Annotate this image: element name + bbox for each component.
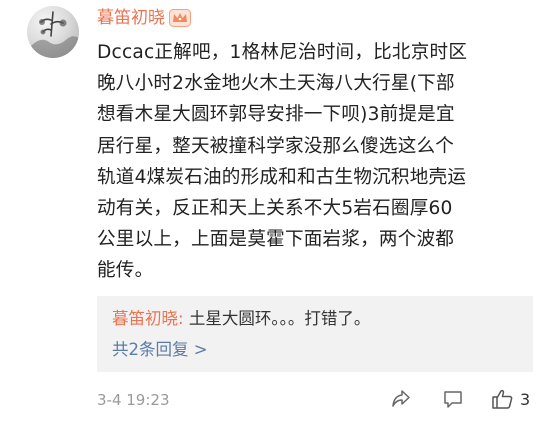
comment-author-name[interactable]: 暮笛初晓	[97, 8, 165, 28]
comment-line: 能传。	[97, 260, 154, 282]
reply-box: 暮笛初晓: 土星大圆环。。。打错了。 共2条回复 >	[97, 296, 533, 372]
comment-line: 动有关，反正和天上关系不大5岩石圈厚60	[97, 198, 453, 220]
view-more-replies-link[interactable]: 共2条回复 >	[112, 339, 208, 361]
comment-author[interactable]: 暮笛初晓	[97, 6, 191, 30]
comment-line: 公里以上，上面是莫霍下面岩浆，两个波都	[97, 229, 455, 251]
reply-item[interactable]: 暮笛初晓: 土星大圆环。。。打错了。	[112, 308, 370, 330]
like-count: 3	[520, 390, 531, 409]
ink-painting-avatar-icon	[27, 11, 79, 58]
comment-line: 居行星，整天被撞科学家没那么傻选这么个	[97, 135, 455, 157]
comment-timestamp: 3-4 19:23	[97, 391, 170, 409]
comment-button[interactable]	[442, 388, 464, 410]
thumbs-up-icon	[492, 389, 513, 409]
comment-line: 轨道4煤炭石油的形成和和古生物沉积地壳运	[97, 166, 467, 188]
like-button[interactable]	[491, 388, 515, 410]
reply-text: 土星大圆环。。。打错了。	[188, 309, 371, 328]
crown-icon	[169, 9, 191, 27]
comment-icon	[444, 391, 462, 408]
share-button[interactable]	[390, 388, 412, 410]
comment-line: 想看木星大圆环郭导安排一下呗)3前提是宜	[97, 104, 455, 126]
share-icon	[392, 390, 410, 407]
comment-line: Dccac正解吧，1格林尼治时间，比北京时区	[97, 42, 468, 63]
reply-author[interactable]: 暮笛初晓	[112, 309, 178, 328]
comment-line: 晚八小时2水金地火木土天海八大行星(下部	[97, 73, 455, 95]
avatar[interactable]	[27, 6, 79, 58]
comment-text: Dccac正解吧，1格林尼治时间，比北京时区 晚八小时2水金地火木土天海八大行星…	[97, 37, 529, 287]
reply-separator: :	[178, 309, 184, 328]
